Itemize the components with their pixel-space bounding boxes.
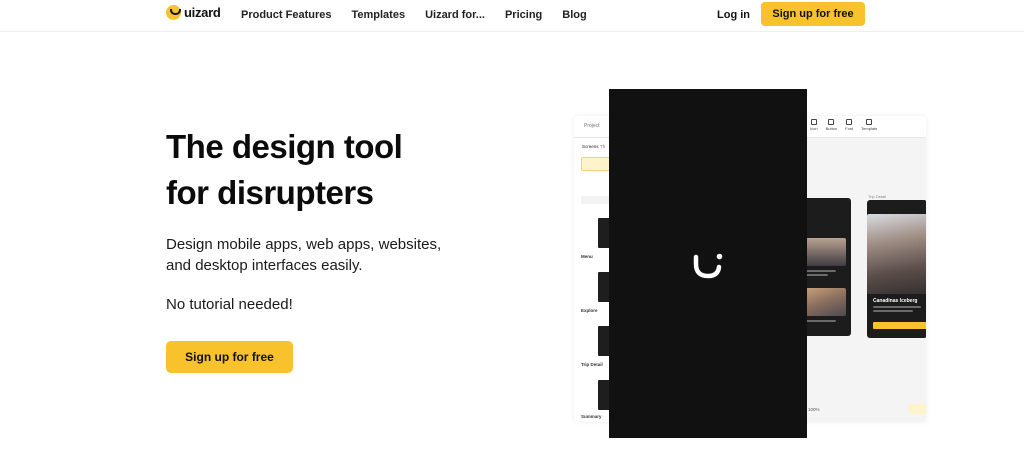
hero-subtitle-line-2: and desktop interfaces easily. [166,257,363,274]
mockup-tool-label: Font [845,126,854,131]
hero-signup-button[interactable]: Sign up for free [166,341,293,373]
mockup-search-box [581,196,611,204]
mockup-tool-font: Font [845,119,853,131]
mockup-tool-icon: Icon [810,119,818,131]
nav-signup-button[interactable]: Sign up for free [761,2,865,26]
mockup-edit-pill [908,404,926,414]
login-link[interactable]: Log in [717,9,750,21]
mockup-photo [806,238,846,266]
nav-links: Product Features Templates Uizard for...… [241,9,587,21]
mockup-phone-explore [803,198,851,336]
hero-subtitle-line-1: Design mobile apps, web apps, websites, [166,236,442,253]
mockup-tab-screens: Screens [582,144,599,149]
top-navbar: uizard Product Features Templates Uizard… [0,0,1024,32]
mockup-card-title: Canadinas Iceberg [873,298,918,304]
mockup-tools: Icon Button Font Template [810,119,877,131]
hero-title: The design tool for disrupters [166,124,486,216]
mockup-project-label: Project [584,123,600,129]
mockup-text-line [806,274,828,276]
font-tool-icon [846,119,853,125]
hero-note: No tutorial needed! [166,296,293,313]
mockup-photo [867,214,926,294]
mockup-text-line [873,306,921,308]
hero-title-line-1: The design tool [166,128,403,165]
mockup-phone-trip-detail: Canadinas Iceberg [867,200,926,338]
nav-link-blog[interactable]: Blog [562,9,586,21]
logo-text: uizard [184,5,221,20]
mockup-screen-label-summary: Summary [581,414,602,419]
nav-link-product-features[interactable]: Product Features [241,9,331,21]
mockup-tool-button: Button [825,119,838,131]
mockup-sidebar: Screens Th Menu Explore Trip Detail Summ… [574,138,611,422]
uizard-logo-icon [166,5,181,20]
nav-link-uizard-for[interactable]: Uizard for... [425,9,485,21]
mockup-text-line [873,310,913,312]
mockup-photo [806,288,846,316]
mockup-text-line [806,270,836,272]
mockup-canvas-label: Trip Detail [868,194,887,199]
mockup-tool-label: Template [861,126,878,131]
hero-title-line-2: for disrupters [166,174,374,211]
icon-tool-icon [810,119,817,125]
mockup-tab-themes: Th [600,144,606,149]
mockup-tool-label: Button [825,126,838,131]
button-tool-icon [828,119,835,125]
mockup-zoom-level: 100% [808,407,820,412]
nav-link-pricing[interactable]: Pricing [505,9,542,21]
mockup-text-line [806,320,836,322]
mockup-tool-template: Template [861,119,877,131]
loading-overlay [609,89,807,438]
template-tool-icon [866,119,873,125]
uizard-logo[interactable]: uizard [166,5,221,20]
mockup-upload-box [581,157,611,171]
uizard-loader-icon [693,253,723,279]
mockup-yellow-button [873,322,926,329]
mockup-screen-label-trip-detail: Trip Detail [581,362,603,367]
mockup-screen-label-explore: Explore [581,308,598,313]
mockup-screen-label-menu: Menu [581,254,593,259]
hero-subtitle: Design mobile apps, web apps, websites, … [166,234,486,276]
nav-link-templates[interactable]: Templates [351,9,405,21]
mockup-tool-label: Icon [810,126,818,131]
